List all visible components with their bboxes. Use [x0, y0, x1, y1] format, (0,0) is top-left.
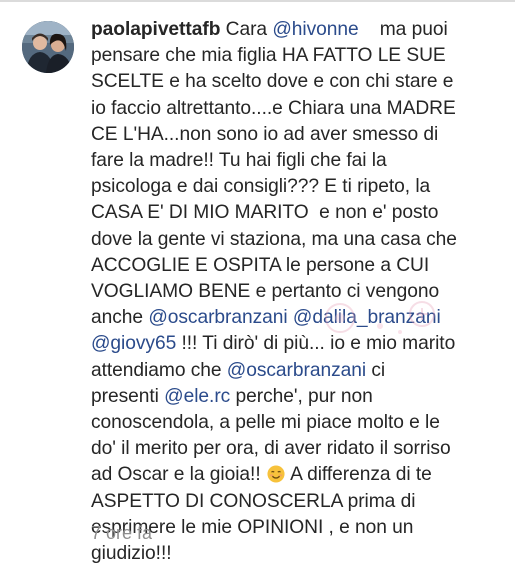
comment-line: fare la madre!! Tu hai figli che fai la — [91, 148, 503, 174]
comment-text-segment: ACCOGLIE E OSPITA le persone a CUI — [91, 254, 430, 276]
comment-text-segment: psicologa e dai consigli??? E ti ripeto,… — [91, 176, 431, 198]
avatar[interactable] — [22, 21, 74, 73]
comment-line: SCELTE e ha scelto dove e con chi stare … — [91, 69, 503, 95]
comment-text-segment: Cara — [225, 19, 273, 40]
mention-link[interactable]: @dalila_branzani — [293, 307, 441, 328]
comment-text-segment: anche — [91, 307, 149, 329]
comment-text-segment: presenti — [91, 385, 165, 407]
comment-text-segment: ma puoi — [358, 19, 448, 40]
comment-text-segment: ci — [366, 359, 386, 381]
comment-line: CASA E' DI MIO MARITO e non e' posto — [91, 200, 503, 226]
comment-text-segment: dove la gente vi staziona, ma una casa c… — [91, 228, 457, 250]
comment-line: esprimere le mie OPINIONI , e non un — [91, 515, 503, 541]
comment-line: paolapivettafb Cara @hivonne ma puoi — [91, 17, 503, 43]
comment: paolapivettafb Cara @hivonne ma puoi pens… — [0, 0, 515, 564]
comment-text-segment: ASPETTO DI CONOSCERLA prima di — [91, 490, 416, 512]
mention-link[interactable]: @giovy65 — [91, 333, 176, 354]
comment-text-segment: fare la madre!! Tu hai figli che fai la — [91, 150, 387, 172]
comment-line: attendiamo che @oscarbranzani ci — [91, 358, 503, 384]
comment-text-segment: perche', pur non — [230, 385, 373, 407]
comment-text-segment: A differenza di te — [285, 464, 432, 486]
comment-line: dove la gente vi staziona, ma una casa c… — [91, 227, 503, 253]
comment-line: ad Oscar e la gioia!! A differenza di te — [91, 462, 503, 488]
comment-text: paolapivettafb Cara @hivonne ma puoi pens… — [91, 17, 503, 567]
comment-line: giudizio!!! — [91, 541, 503, 567]
comment-line: CE L'HA...non sono io ad aver smesso di — [91, 122, 503, 148]
comment-line: VOGLIAMO BENE e pertanto ci vengono — [91, 279, 503, 305]
comment-text-segment: pensare che mia figlia HA FATTO LE SUE — [91, 45, 446, 67]
comment-text-segment: SCELTE e ha scelto dove e con chi stare … — [91, 71, 454, 93]
comment-text-segment: CE L'HA...non sono io ad aver smesso di — [91, 123, 439, 145]
comment-text-segment: conoscendola, a pelle mi piace molto e l… — [91, 412, 440, 434]
username-link[interactable]: paolapivettafb — [91, 19, 220, 40]
avatar-photo — [22, 21, 74, 73]
comment-line: do' il merito per ora, di aver ridato il… — [91, 436, 503, 462]
comment-text-segment: VOGLIAMO BENE e pertanto ci vengono — [91, 281, 440, 303]
comment-line: psicologa e dai consigli??? E ti ripeto,… — [91, 174, 503, 200]
comment-line: io faccio altrettanto....e Chiara una MA… — [91, 96, 503, 122]
mention-link[interactable]: @ele.rc — [164, 386, 230, 407]
comment-line: ACCOGLIE E OSPITA le persone a CUI — [91, 253, 503, 279]
comment-timestamp: 7 ore fa — [91, 523, 153, 543]
comment-text-segment: !!! Ti dirò' di più... io e mio marito — [176, 333, 456, 355]
comment-line: @giovy65 !!! Ti dirò' di più... io e mio… — [91, 331, 503, 357]
comment-text-segment: attendiamo che — [91, 359, 227, 381]
comment-line: anche @oscarbranzani @dalila_branzani — [91, 305, 503, 331]
comment-text-segment: giudizio!!! — [91, 543, 172, 565]
smiling-face-emoji — [267, 465, 285, 484]
comment-line: presenti @ele.rc perche', pur non — [91, 384, 503, 410]
comment-text-segment: io faccio altrettanto....e Chiara una MA… — [91, 97, 456, 119]
comment-line: ASPETTO DI CONOSCERLA prima di — [91, 489, 503, 515]
comment-line: conoscendola, a pelle mi piace molto e l… — [91, 410, 503, 436]
comment-text-segment: ad Oscar e la gioia!! — [91, 464, 266, 486]
mention-link[interactable]: @oscarbranzani — [227, 360, 366, 381]
comment-text-segment: do' il merito per ora, di aver ridato il… — [91, 438, 451, 460]
comment-text-segment: CASA E' DI MIO MARITO e non e' posto — [91, 202, 439, 224]
comment-line: pensare che mia figlia HA FATTO LE SUE — [91, 43, 503, 69]
mention-link[interactable]: @hivonne — [272, 19, 358, 40]
mention-link[interactable]: @oscarbranzani — [148, 307, 287, 328]
